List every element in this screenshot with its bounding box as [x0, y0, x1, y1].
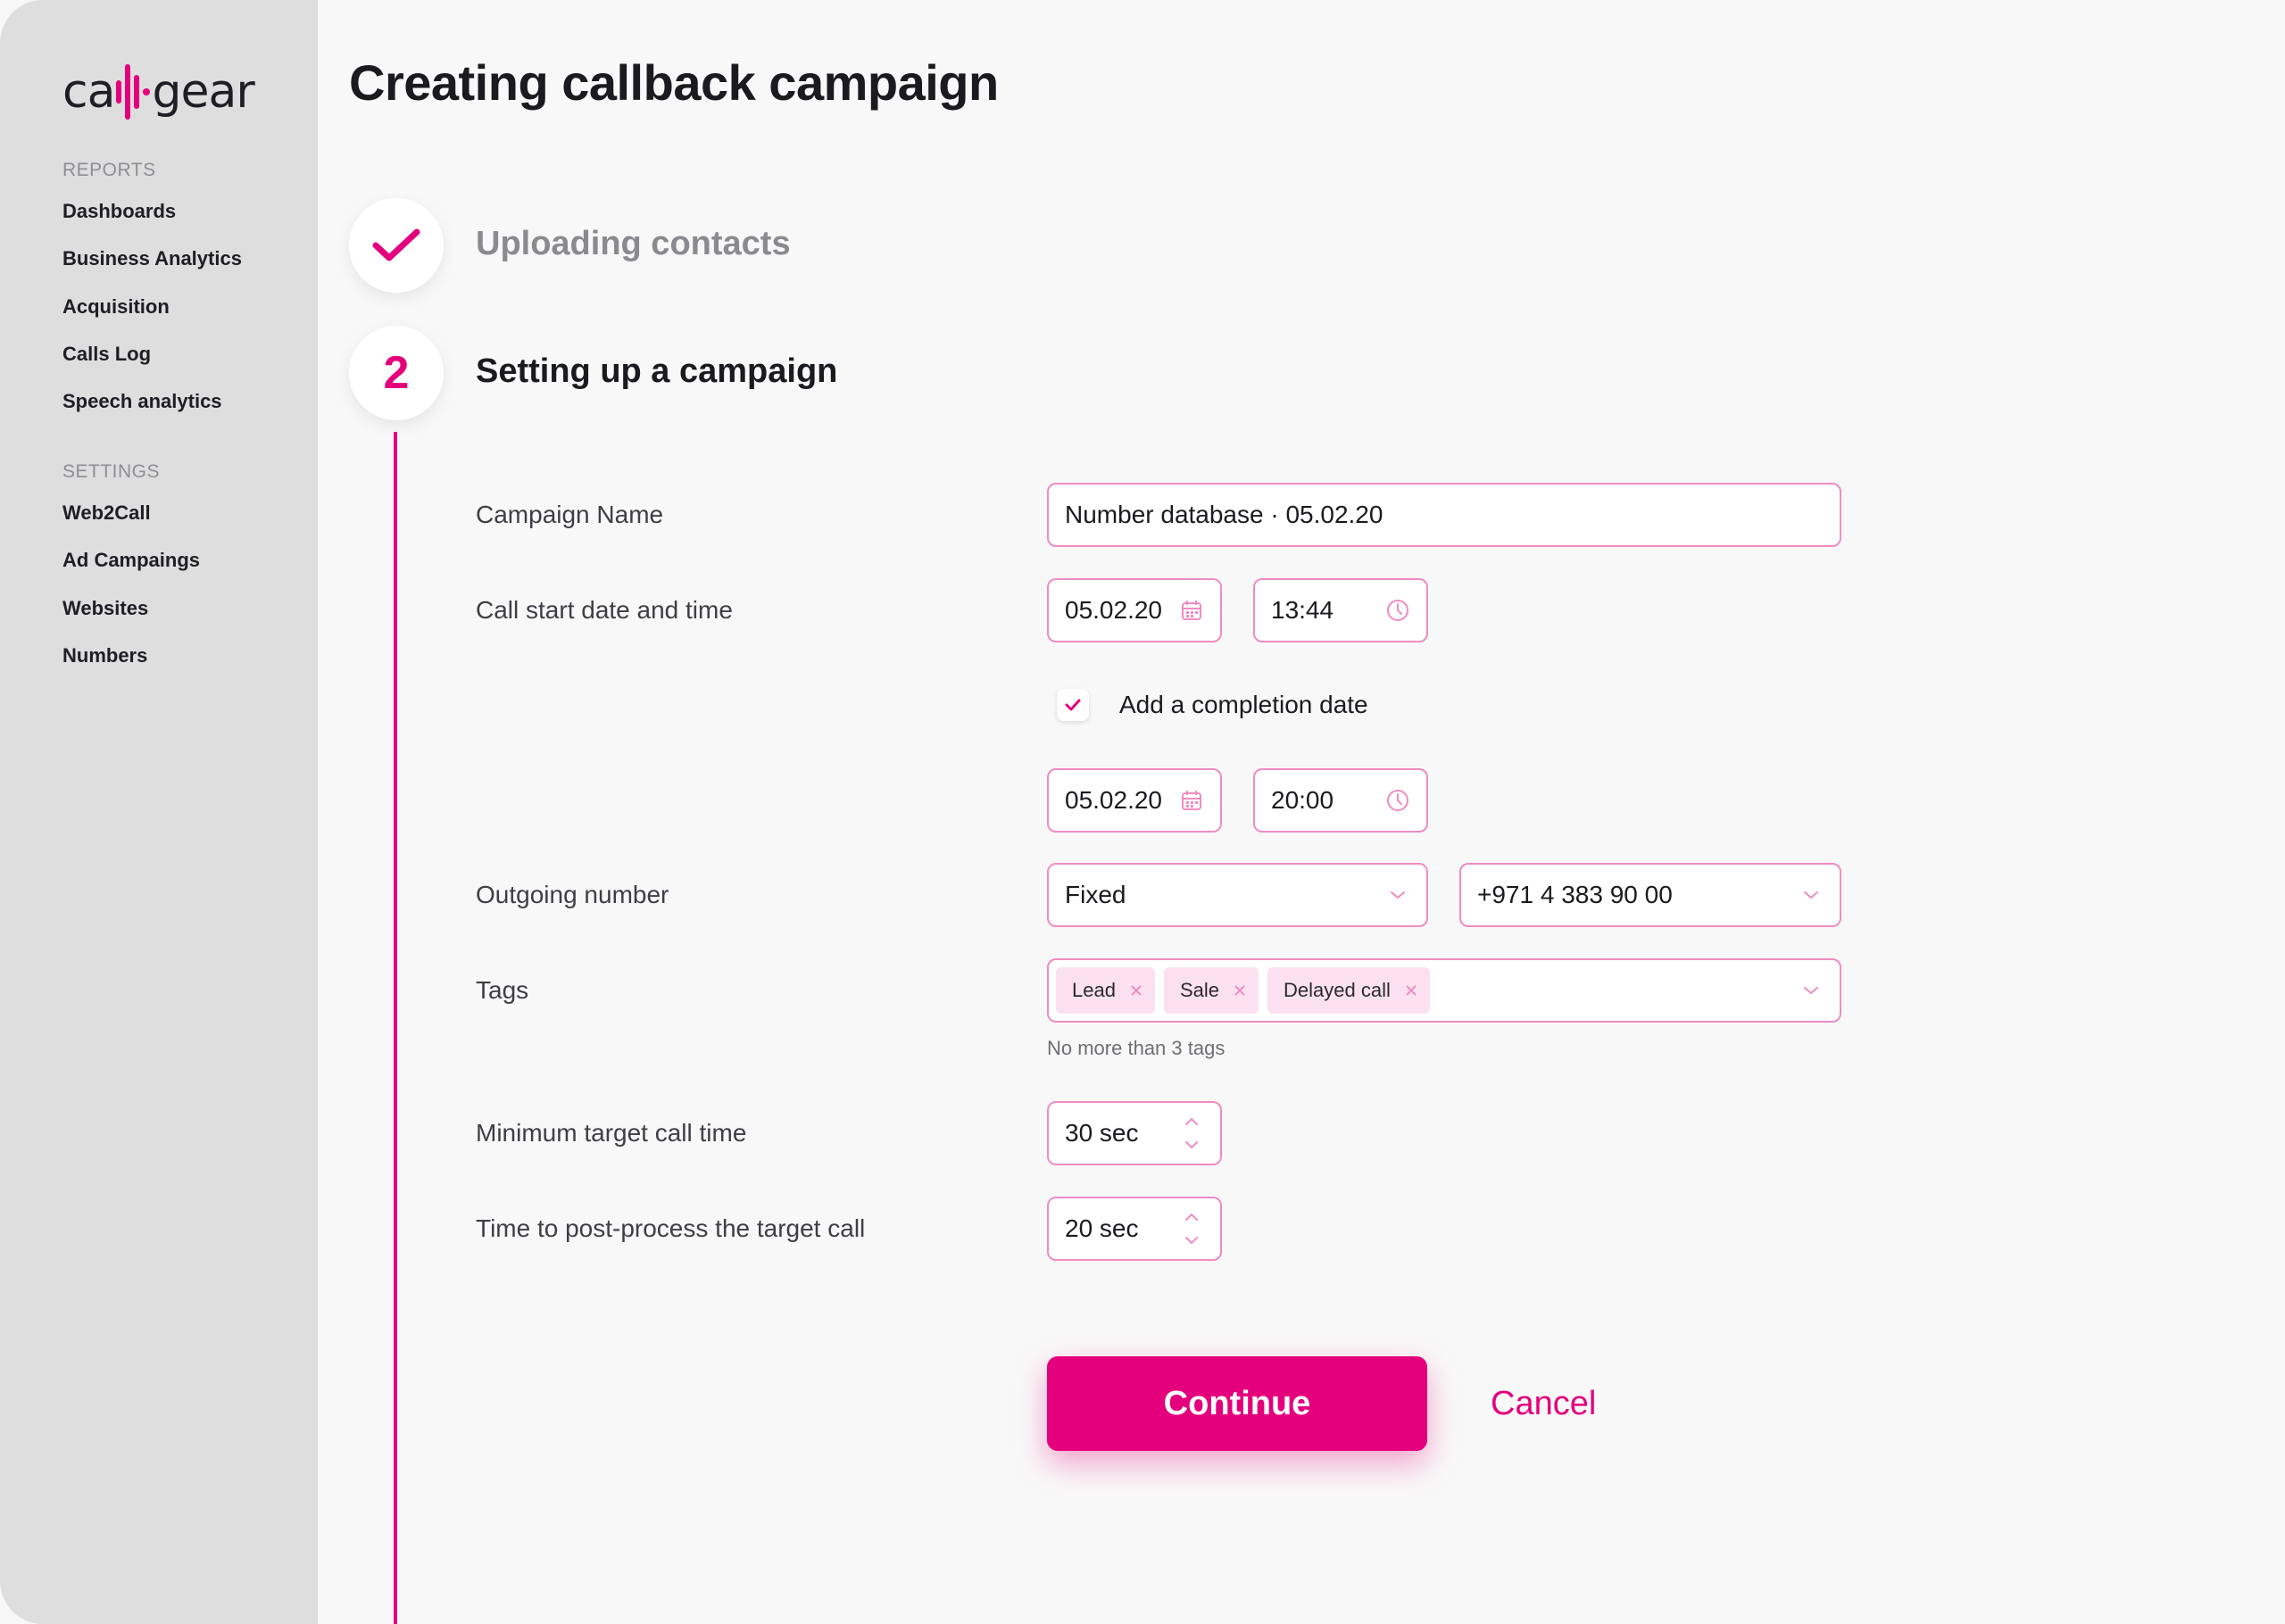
clock-icon[interactable] [1385, 788, 1410, 813]
campaign-name-input[interactable]: Number database · 05.02.20 [1047, 483, 1841, 547]
post-process-label: Time to post-process the target call [476, 1214, 866, 1242]
remove-tag-icon[interactable] [1234, 984, 1246, 997]
sidebar-settings-group: SETTINGS Web2Call Ad Campaings Websites … [62, 458, 200, 679]
clock-icon[interactable] [1385, 598, 1410, 623]
tag-label: Delayed call [1284, 979, 1391, 1001]
outgoing-type-value: Fixed [1065, 881, 1126, 908]
tags-label: Tags [476, 976, 529, 1004]
completion-date-checkbox-row[interactable]: Add a completion date [1057, 684, 1368, 726]
tag-label: Sale [1179, 979, 1219, 1001]
logo-text-left: ca [62, 65, 115, 119]
tags-list: Lead Sale Delayed call [1056, 967, 1799, 1014]
sidebar-item-numbers[interactable]: Numbers [62, 632, 200, 679]
stepper-arrows-icon[interactable] [1179, 1114, 1204, 1153]
chevron-down-icon[interactable] [1385, 882, 1410, 907]
start-time-value: 13:44 [1271, 596, 1334, 624]
sidebar-reports-group: REPORTS Dashboards Business Analytics Ac… [62, 156, 242, 425]
sidebar-item-dashboards[interactable]: Dashboards [62, 187, 242, 235]
campaign-name-label: Campaign Name [476, 501, 664, 528]
step-1-label[interactable]: Uploading contacts [476, 225, 791, 263]
start-date-value: 05.02.20 [1065, 596, 1162, 624]
start-date-input[interactable]: 05.02.20 [1047, 578, 1222, 642]
tag-label: Lead [1072, 979, 1116, 1001]
call-start-label: Call start date and time [476, 596, 733, 624]
sidebar: ca gear REPORTS Dashboards Business Anal… [0, 0, 318, 1624]
sidebar-heading-settings: SETTINGS [62, 461, 161, 482]
page-title: Creating callback campaign [349, 54, 999, 111]
post-process-value: 20 sec [1065, 1214, 1139, 1242]
post-process-stepper[interactable]: 20 sec [1047, 1197, 1222, 1261]
app-root: ca gear REPORTS Dashboards Business Anal… [0, 0, 2285, 1624]
sidebar-item-calls-log[interactable]: Calls Log [62, 330, 242, 377]
min-call-time-label: Minimum target call time [476, 1119, 747, 1147]
min-call-time-stepper[interactable]: 30 sec [1047, 1101, 1222, 1165]
chevron-down-icon[interactable] [1799, 978, 1824, 1003]
remove-tag-icon[interactable] [1130, 984, 1142, 997]
cancel-button[interactable]: Cancel [1491, 1381, 1596, 1426]
outgoing-number-value: +971 4 383 90 00 [1477, 881, 1673, 908]
completion-date-checkbox-label[interactable]: Add a completion date [1119, 691, 1368, 719]
checkmark-icon [1065, 699, 1081, 711]
sidebar-item-business-analytics[interactable]: Business Analytics [62, 235, 242, 282]
tag-chip: Sale [1163, 967, 1259, 1014]
stepper-arrows-icon[interactable] [1179, 1209, 1204, 1248]
step-2-label: Setting up a campaign [476, 352, 838, 390]
sidebar-heading-reports: REPORTS [62, 160, 156, 180]
min-call-time-value: 30 sec [1065, 1119, 1139, 1147]
start-time-input[interactable]: 13:44 [1253, 578, 1428, 642]
completion-time-value: 20:00 [1271, 786, 1334, 814]
completion-date-checkbox[interactable] [1057, 689, 1089, 721]
step-2-circle: 2 [349, 326, 444, 420]
completion-time-input[interactable]: 20:00 [1253, 768, 1428, 833]
sidebar-item-ad-campaings[interactable]: Ad Campaings [62, 536, 200, 584]
sidebar-item-acquisition[interactable]: Acquisition [62, 283, 242, 330]
logo-text-right: gear [152, 65, 254, 119]
outgoing-number-select[interactable]: +971 4 383 90 00 [1459, 863, 1841, 927]
calendar-icon[interactable] [1179, 598, 1204, 623]
step-1-circle [349, 198, 444, 293]
tag-chip: Lead [1056, 967, 1155, 1014]
completion-date-input[interactable]: 05.02.20 [1047, 768, 1222, 833]
sidebar-item-websites[interactable]: Websites [62, 584, 200, 632]
sidebar-item-web2call[interactable]: Web2Call [62, 489, 200, 536]
outgoing-number-label: Outgoing number [476, 881, 669, 908]
calendar-icon[interactable] [1179, 788, 1204, 813]
step-2-number: 2 [383, 347, 410, 399]
logo-wave-icon [116, 64, 151, 120]
tags-hint: No more than 3 tags [1047, 1037, 1226, 1059]
outgoing-type-select[interactable]: Fixed [1047, 863, 1428, 927]
step-timeline-line [394, 432, 397, 1624]
continue-button[interactable]: Continue [1047, 1356, 1427, 1451]
tags-select[interactable]: Lead Sale Delayed call [1047, 958, 1841, 1023]
completion-date-value: 05.02.20 [1065, 786, 1162, 814]
remove-tag-icon[interactable] [1405, 984, 1417, 997]
chevron-down-icon[interactable] [1799, 882, 1824, 907]
campaign-name-value: Number database · 05.02.20 [1065, 501, 1383, 528]
sidebar-item-speech-analytics[interactable]: Speech analytics [62, 377, 242, 425]
check-icon [372, 228, 420, 261]
tag-chip: Delayed call [1267, 967, 1430, 1014]
calltouch-logo[interactable]: ca gear [62, 61, 255, 123]
